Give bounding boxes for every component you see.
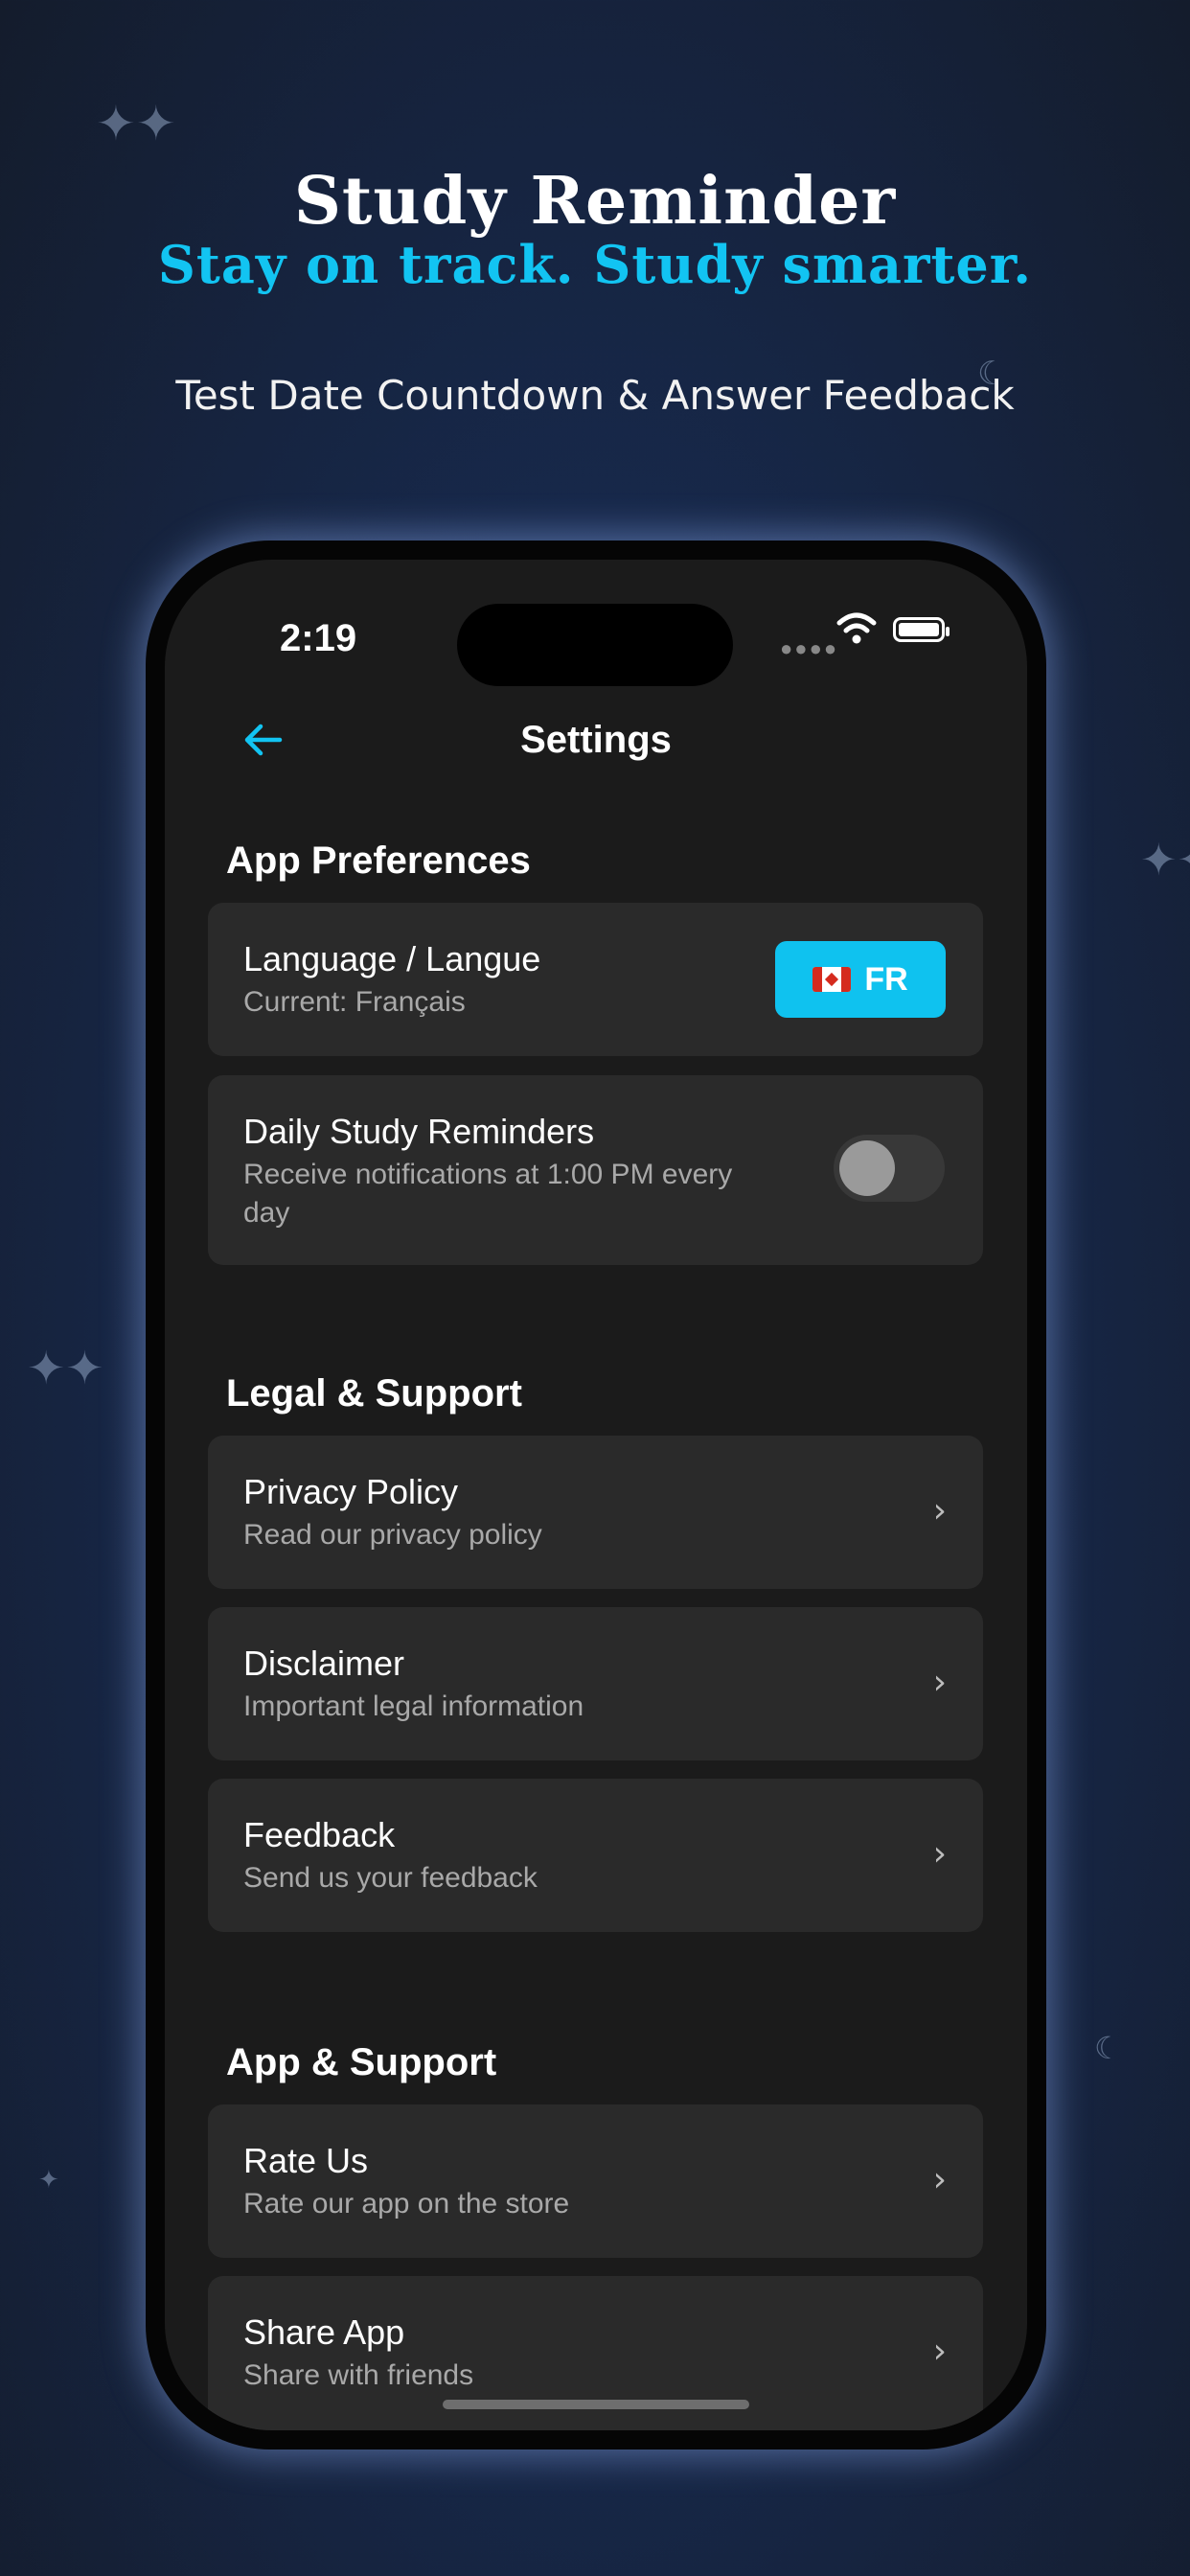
phone-screen: 2:19 ●●●● Settings App Preferences Langu…	[165, 560, 1027, 2430]
page-title: Settings	[520, 719, 672, 761]
sparkle-icon: ✦✦	[1140, 834, 1190, 886]
list-item-title: Privacy Policy	[243, 1472, 459, 1511]
list-item-subtitle: Share with friends	[243, 2359, 474, 2391]
reminders-toggle[interactable]	[834, 1135, 945, 1202]
chevron-right-icon: ›	[932, 1491, 947, 1530]
sparkle-icon: ✦	[38, 2166, 59, 2195]
list-item-subtitle: Rate our app on the store	[243, 2188, 570, 2220]
section-header-legal-support: Legal & Support	[226, 1372, 522, 1414]
list-item-subtitle: Read our privacy policy	[243, 1519, 542, 1551]
headline-subtitle: Stay on track. Study smarter.	[157, 234, 1033, 295]
canada-flag-icon	[812, 967, 852, 992]
language-button[interactable]: FR	[775, 941, 946, 1018]
language-card: Language / Langue Current: Français FR	[208, 903, 983, 1056]
battery-icon	[893, 617, 950, 642]
section-header-app-support: App & Support	[226, 2041, 497, 2083]
list-item-feedback[interactable]: Feedback Send us your feedback ›	[208, 1779, 983, 1932]
reminders-subtitle-line1: Receive notifications at 1:00 PM every	[243, 1159, 733, 1190]
toggle-knob	[839, 1140, 895, 1196]
reminders-title: Daily Study Reminders	[243, 1112, 595, 1151]
chevron-right-icon: ›	[932, 1663, 947, 1702]
home-indicator	[443, 2400, 749, 2409]
chevron-right-icon: ›	[932, 2160, 947, 2199]
phone-frame: 2:19 ●●●● Settings App Preferences Langu…	[146, 540, 1046, 2450]
chevron-right-icon: ›	[932, 2332, 947, 2371]
list-item-rate-us[interactable]: Rate Us Rate our app on the store ›	[208, 2104, 983, 2258]
reminders-card: Daily Study Reminders Receive notificati…	[208, 1075, 983, 1265]
list-item-title: Share App	[243, 2312, 405, 2352]
language-title: Language / Langue	[243, 939, 541, 978]
headline-title: Study Reminder	[293, 163, 897, 240]
moon-icon: ☾	[1094, 2030, 1122, 2066]
dynamic-island	[457, 604, 733, 686]
chevron-right-icon: ›	[932, 1834, 947, 1874]
sparkle-icon: ✦✦	[27, 1342, 104, 1395]
list-item-title: Feedback	[243, 1815, 396, 1854]
section-header-app-preferences: App Preferences	[226, 840, 531, 882]
list-item-subtitle: Send us your feedback	[243, 1862, 538, 1894]
list-item-subtitle: Important legal information	[243, 1690, 584, 1722]
moon-icon: ☾	[977, 355, 1007, 393]
status-time: 2:19	[280, 617, 357, 659]
wifi-icon	[836, 612, 877, 644]
language-code: FR	[864, 960, 908, 998]
list-item-privacy-policy[interactable]: Privacy Policy Read our privacy policy ›	[208, 1436, 983, 1589]
list-item-title: Rate Us	[243, 2141, 369, 2180]
reminders-subtitle-line2: day	[243, 1197, 290, 1229]
sparkle-icon: ✦✦	[96, 96, 176, 151]
signal-icon: ●●●●	[780, 636, 839, 660]
headline-tagline: Test Date Countdown & Answer Feedback	[175, 372, 1015, 419]
list-item-disclaimer[interactable]: Disclaimer Important legal information ›	[208, 1607, 983, 1760]
list-item-title: Disclaimer	[243, 1644, 405, 1683]
language-subtitle: Current: Français	[243, 986, 466, 1018]
